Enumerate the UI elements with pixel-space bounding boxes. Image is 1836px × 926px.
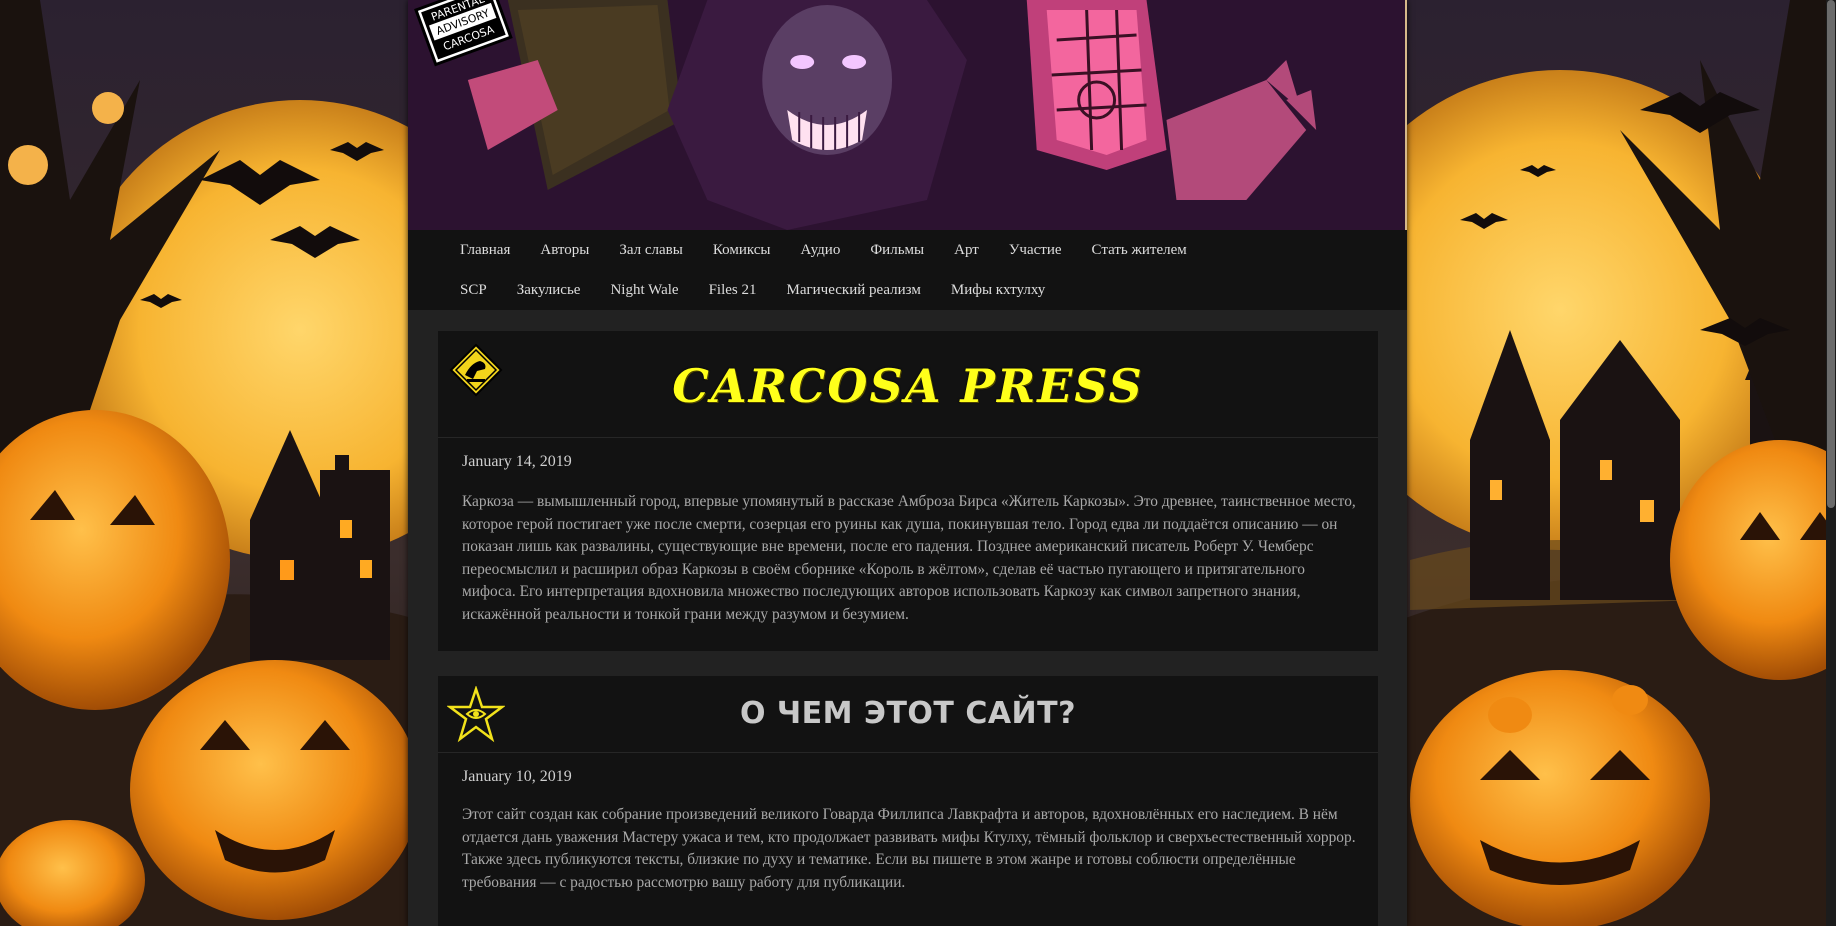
nav-link[interactable]: Зал славы [604, 242, 698, 258]
nav-row-primary: Главная Авторы Зал славы Комиксы Аудио Фильмы… [452, 242, 1202, 258]
nav-row-secondary: SCP Закулисье Night Wale Files 21 Магический… [452, 282, 1060, 298]
post-header: О ЧЕМ ЭТОТ САЙТ? [438, 676, 1378, 753]
post-title[interactable]: CARCOSA PRESS [438, 359, 1378, 413]
nav-link[interactable]: Арт [939, 242, 994, 258]
nav-link[interactable]: Мифы кхтулху [936, 282, 1060, 298]
site-container: PARENTAL ADVISORY CARCOSA Главная Авторы З… [408, 0, 1407, 926]
nav-link[interactable]: Авторы [525, 242, 604, 258]
post-header: CARCOSA PRESS [438, 331, 1378, 438]
nav-link[interactable]: Участие [994, 242, 1077, 258]
nav-link[interactable]: Files 21 [694, 282, 772, 298]
page-scrollbar[interactable] [1826, 0, 1836, 926]
scrollbar-thumb[interactable] [1827, 0, 1835, 508]
nav-link[interactable]: Фильмы [855, 242, 939, 258]
post-title[interactable]: О ЧЕМ ЭТОТ САЙТ? [438, 696, 1378, 731]
nav-link[interactable]: Аудио [786, 242, 856, 258]
main-navigation: Главная Авторы Зал славы Комиксы Аудио Фильмы… [408, 230, 1407, 310]
post-date: January 10, 2019 [462, 768, 572, 785]
nav-link[interactable]: Главная [452, 242, 525, 258]
nav-link[interactable]: Стать жителем [1077, 242, 1202, 258]
post-date: January 14, 2019 [462, 453, 572, 470]
post-carcosa-press: CARCOSA PRESS January 14, 2019 Каркоза —… [438, 331, 1378, 651]
post-body: Этот сайт создан как собрание произведен… [462, 806, 1356, 891]
nav-link[interactable]: Магический реализм [772, 282, 936, 298]
header-banner[interactable]: PARENTAL ADVISORY CARCOSA [408, 0, 1407, 230]
nav-link[interactable]: Комиксы [698, 242, 786, 258]
nav-link[interactable]: Закулисье [502, 282, 596, 298]
nav-link[interactable]: SCP [452, 282, 502, 298]
post-about-site: О ЧЕМ ЭТОТ САЙТ? January 10, 2019 Этот с… [438, 676, 1378, 926]
post-body: Каркоза — вымышленный город, впервые упо… [462, 493, 1356, 623]
nav-link[interactable]: Night Wale [595, 282, 693, 298]
